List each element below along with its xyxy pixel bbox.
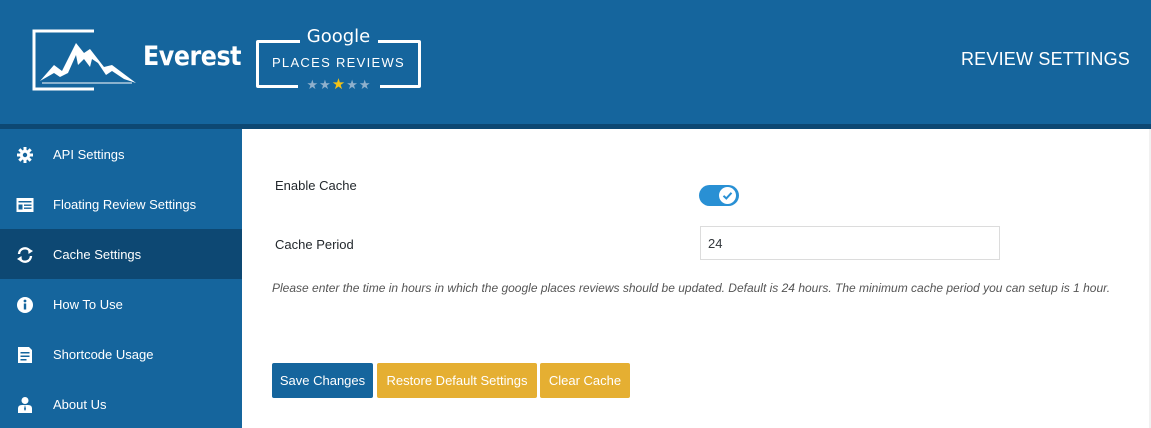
cache-period-label: Cache Period <box>275 237 354 252</box>
badge-google-text: Google <box>306 26 371 47</box>
badge-rating-stars: ★★★★★ <box>298 76 380 94</box>
settings-sidebar: API Settings Floating Review Settings Ca… <box>0 129 242 428</box>
sidebar-item-shortcode-usage[interactable]: Shortcode Usage <box>0 329 242 379</box>
cache-period-help-text: Please enter the time in hours in which … <box>272 281 1111 295</box>
badge-places-reviews-text: PLACES REVIEWS <box>271 55 406 70</box>
layout-card-icon <box>16 198 34 212</box>
sidebar-item-label: Cache Settings <box>53 247 142 262</box>
sidebar-item-label: API Settings <box>53 147 125 162</box>
user-icon <box>18 397 32 413</box>
checkmark-icon <box>722 192 733 200</box>
clear-cache-button[interactable]: Clear Cache <box>540 363 630 398</box>
sidebar-item-api-settings[interactable]: API Settings <box>0 129 242 179</box>
star-icon: ★★ <box>306 77 332 92</box>
sidebar-item-floating-review-settings[interactable]: Floating Review Settings <box>0 179 242 229</box>
document-icon <box>18 347 32 363</box>
sidebar-item-label: About Us <box>53 397 107 412</box>
enable-cache-label: Enable Cache <box>275 178 357 193</box>
toggle-knob <box>719 187 736 204</box>
enable-cache-toggle[interactable] <box>699 185 739 206</box>
restore-default-settings-button[interactable]: Restore Default Settings <box>377 363 537 398</box>
info-icon <box>17 297 33 313</box>
page-title: REVIEW SETTINGS <box>960 49 1130 69</box>
refresh-icon <box>17 247 33 263</box>
sidebar-item-about-us[interactable]: About Us <box>0 379 242 428</box>
star-icon-highlighted: ★ <box>331 76 347 93</box>
save-changes-button[interactable]: Save Changes <box>272 363 373 398</box>
brand-name: Everest <box>143 41 242 72</box>
sidebar-item-label: How To Use <box>53 297 123 312</box>
everest-mountain-logo-icon <box>32 29 136 91</box>
sidebar-item-cache-settings[interactable]: Cache Settings <box>0 229 242 279</box>
star-icon: ★★ <box>346 77 372 92</box>
sidebar-item-label: Shortcode Usage <box>53 347 154 362</box>
cache-settings-panel: Enable Cache Cache Period Please enter t… <box>242 129 1149 428</box>
sidebar-item-label: Floating Review Settings <box>53 197 197 212</box>
gear-icon <box>17 147 33 163</box>
cache-period-input[interactable] <box>700 226 1000 260</box>
sidebar-item-how-to-use[interactable]: How To Use <box>0 279 242 329</box>
